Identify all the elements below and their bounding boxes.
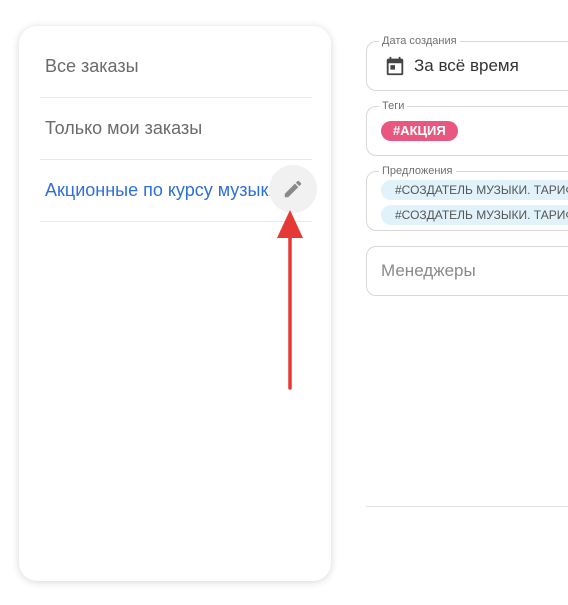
saved-filter-label: Все заказы xyxy=(45,56,139,76)
tags-legend: Теги xyxy=(379,99,408,113)
date-created-field[interactable]: Дата создания За всё время xyxy=(366,34,568,91)
tag-chip[interactable]: #АКЦИЯ xyxy=(381,121,458,141)
offers-field[interactable]: Предложения #СОЗДАТЕЛЬ МУЗЫКИ. ТАРИФ #СО… xyxy=(366,164,568,231)
arrow-up-icon xyxy=(277,210,303,390)
managers-placeholder: Менеджеры xyxy=(381,261,476,280)
divider xyxy=(366,506,568,507)
saved-filter-label: Только мои заказы xyxy=(45,118,203,138)
saved-filter-label: Акционные по курсу музыки xyxy=(45,180,279,200)
offers-legend: Предложения xyxy=(379,164,456,178)
pencil-icon xyxy=(284,180,302,198)
saved-filter-all-orders[interactable]: Все заказы xyxy=(40,36,312,98)
tags-field[interactable]: Теги #АКЦИЯ xyxy=(366,99,568,156)
managers-field[interactable]: Менеджеры xyxy=(366,246,568,296)
saved-filter-my-orders[interactable]: Только мои заказы xyxy=(40,98,312,160)
calendar-icon xyxy=(386,56,404,76)
offer-chip[interactable]: #СОЗДАТЕЛЬ МУЗЫКИ. ТАРИФ xyxy=(381,205,568,225)
offer-chip[interactable]: #СОЗДАТЕЛЬ МУЗЫКИ. ТАРИФ xyxy=(381,180,568,200)
date-created-legend: Дата создания xyxy=(379,34,460,48)
edit-filter-button[interactable] xyxy=(269,165,317,213)
date-created-value: За всё время xyxy=(414,56,519,75)
